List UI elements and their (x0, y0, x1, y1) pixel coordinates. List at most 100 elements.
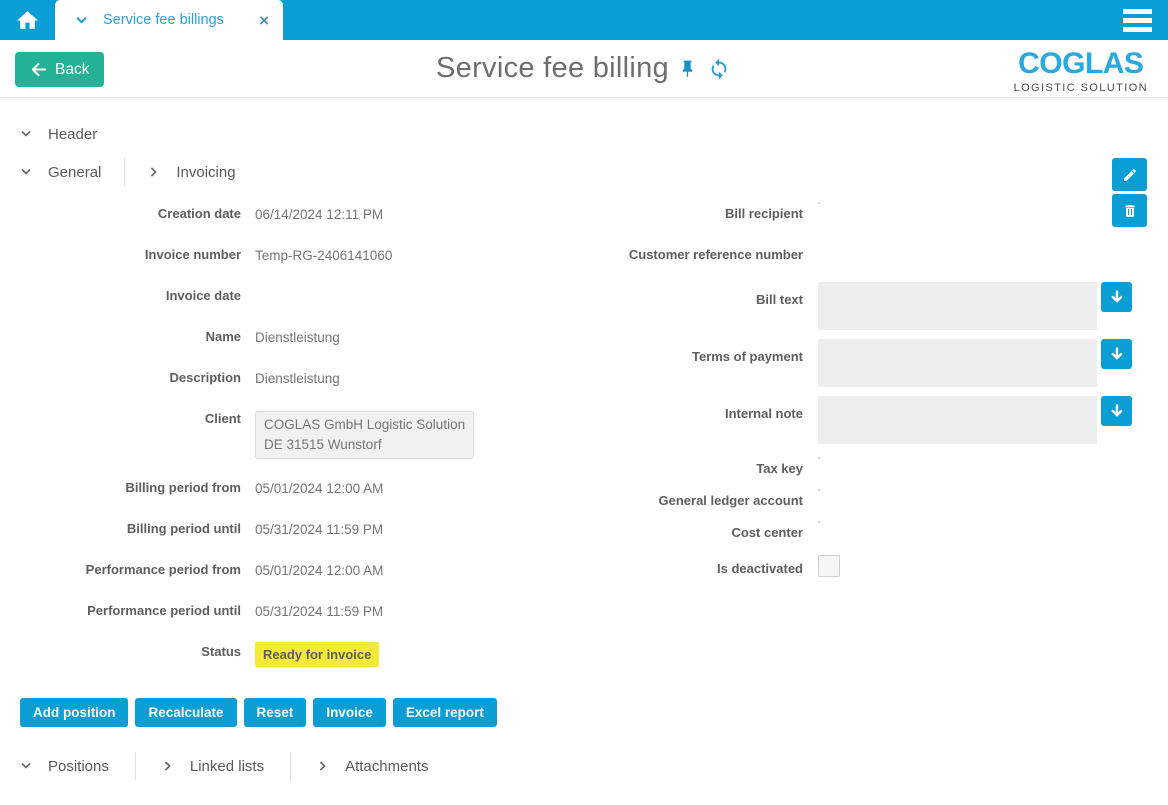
chevron-right-icon (148, 166, 160, 178)
recalculate-button[interactable]: Recalculate (135, 698, 236, 727)
field-value (818, 491, 822, 495)
terms-of-payment-input[interactable] (818, 339, 1097, 387)
section-header-label: Header (48, 126, 97, 143)
menu-icon[interactable] (1123, 5, 1152, 36)
field-label: Terms of payment (560, 339, 803, 365)
trash-icon (1122, 203, 1138, 219)
field-row-name: Name Dienstleistung (0, 327, 560, 368)
divider (135, 752, 136, 780)
field-label: Is deactivated (560, 555, 803, 577)
is-deactivated-checkbox[interactable] (818, 555, 840, 577)
bill-text-expand-button[interactable] (1101, 282, 1132, 312)
divider (290, 752, 291, 780)
field-row-creation-date: Creation date 06/14/2024 12:11 PM (0, 204, 560, 245)
field-label: General ledger account (560, 491, 803, 509)
coglas-logo: COGLAS LOGISTIC SOLUTION (1014, 49, 1148, 94)
home-icon (14, 8, 41, 33)
excel-report-button[interactable]: Excel report (393, 698, 497, 727)
chevron-down-icon (20, 760, 32, 772)
bill-text-input[interactable] (818, 282, 1097, 330)
field-label: Name (0, 327, 241, 345)
action-buttons-row: Add position Recalculate Reset Invoice E… (20, 698, 1168, 727)
client-line-2: DE 31515 Wunstorf (264, 435, 465, 455)
back-arrow-icon (30, 62, 47, 77)
field-row-description: Description Dienstleistung (0, 368, 560, 409)
field-row-tax-key: Tax key (560, 459, 1168, 491)
pin-icon[interactable] (676, 59, 699, 78)
field-row-invoice-number: Invoice number Temp-RG-2406141060 (0, 245, 560, 286)
home-button[interactable] (0, 0, 54, 40)
field-label: Client (0, 409, 241, 427)
field-label: Description (0, 368, 241, 386)
chevron-down-icon (20, 128, 32, 140)
back-button[interactable]: Back (15, 52, 104, 87)
terms-of-payment-expand-button[interactable] (1101, 339, 1132, 369)
field-value (818, 204, 822, 208)
tab-label: Service fee billings (103, 12, 259, 28)
field-row-bill-recipient: Bill recipient (560, 204, 1168, 245)
field-label: Cost center (560, 523, 803, 541)
arrow-down-icon (1109, 289, 1125, 305)
field-value: 05/01/2024 12:00 AM (255, 560, 383, 579)
field-row-internal-note: Internal note (560, 392, 1168, 449)
section-general-label: General (48, 164, 101, 181)
top-navigation-bar: Service fee billings × (0, 0, 1168, 40)
logo-subtitle: LOGISTIC SOLUTION (1014, 83, 1148, 94)
field-row-cost-center: Cost center (560, 523, 1168, 555)
field-label: Billing period from (0, 478, 241, 496)
field-label: Creation date (0, 204, 241, 222)
section-positions-label: Positions (48, 758, 109, 775)
field-value: 05/31/2024 11:59 PM (255, 519, 383, 538)
back-button-label: Back (55, 61, 89, 79)
page-header: Back Service fee billing COGLAS LOGISTIC… (0, 40, 1168, 98)
field-row-terms-of-payment: Terms of payment (560, 335, 1168, 392)
field-value: Temp-RG-2406141060 (255, 245, 392, 264)
field-row-general-ledger-account: General ledger account (560, 491, 1168, 523)
field-label: Invoice date (0, 286, 241, 304)
section-general-toggle[interactable]: General (20, 164, 101, 181)
field-label: Performance period until (0, 601, 241, 619)
client-value-box: COGLAS GmbH Logistic Solution DE 31515 W… (255, 411, 474, 459)
section-invoicing-toggle[interactable]: Invoicing (148, 164, 235, 181)
field-label: Customer reference number (560, 245, 803, 263)
delete-button[interactable] (1112, 194, 1147, 227)
field-row-client: Client COGLAS GmbH Logistic Solution DE … (0, 409, 560, 478)
internal-note-input[interactable] (818, 396, 1097, 444)
page-title: Service fee billing (436, 52, 669, 85)
field-row-bill-text: Bill text (560, 278, 1168, 335)
internal-note-expand-button[interactable] (1101, 396, 1132, 426)
divider (124, 158, 125, 186)
add-position-button[interactable]: Add position (20, 698, 128, 727)
arrow-down-icon (1109, 346, 1125, 362)
field-value (818, 523, 822, 527)
status-badge: Ready for invoice (255, 642, 379, 667)
reset-button[interactable]: Reset (244, 698, 307, 727)
chevron-right-icon (162, 760, 174, 772)
logo-text: COGLAS (1014, 49, 1148, 79)
close-icon[interactable]: × (259, 12, 269, 29)
field-value: 05/01/2024 12:00 AM (255, 478, 383, 497)
chevron-down-icon[interactable] (75, 14, 88, 27)
tab-service-fee-billings[interactable]: Service fee billings × (55, 0, 283, 40)
field-label: Billing period until (0, 519, 241, 537)
field-value: 06/14/2024 12:11 PM (255, 204, 383, 223)
field-row-billing-period-from: Billing period from 05/01/2024 12:00 AM (0, 478, 560, 519)
section-header-toggle[interactable]: Header (20, 126, 97, 143)
section-linked-lists-toggle[interactable]: Linked lists (162, 758, 290, 775)
field-label: Internal note (560, 396, 803, 422)
refresh-icon[interactable] (706, 58, 732, 80)
field-value (818, 459, 822, 463)
field-row-customer-reference-number: Customer reference number (560, 245, 1168, 278)
field-label: Bill recipient (560, 204, 803, 222)
field-label: Performance period from (0, 560, 241, 578)
field-row-performance-period-until: Performance period until 05/31/2024 11:5… (0, 601, 560, 642)
section-attachments-toggle[interactable]: Attachments (317, 758, 454, 775)
section-positions-toggle[interactable]: Positions (20, 758, 135, 775)
invoice-button[interactable]: Invoice (313, 698, 386, 727)
section-attachments-label: Attachments (345, 758, 428, 775)
field-label: Bill text (560, 282, 803, 308)
arrow-down-icon (1109, 403, 1125, 419)
edit-button[interactable] (1112, 158, 1147, 191)
field-label: Status (0, 642, 241, 660)
chevron-right-icon (317, 760, 329, 772)
